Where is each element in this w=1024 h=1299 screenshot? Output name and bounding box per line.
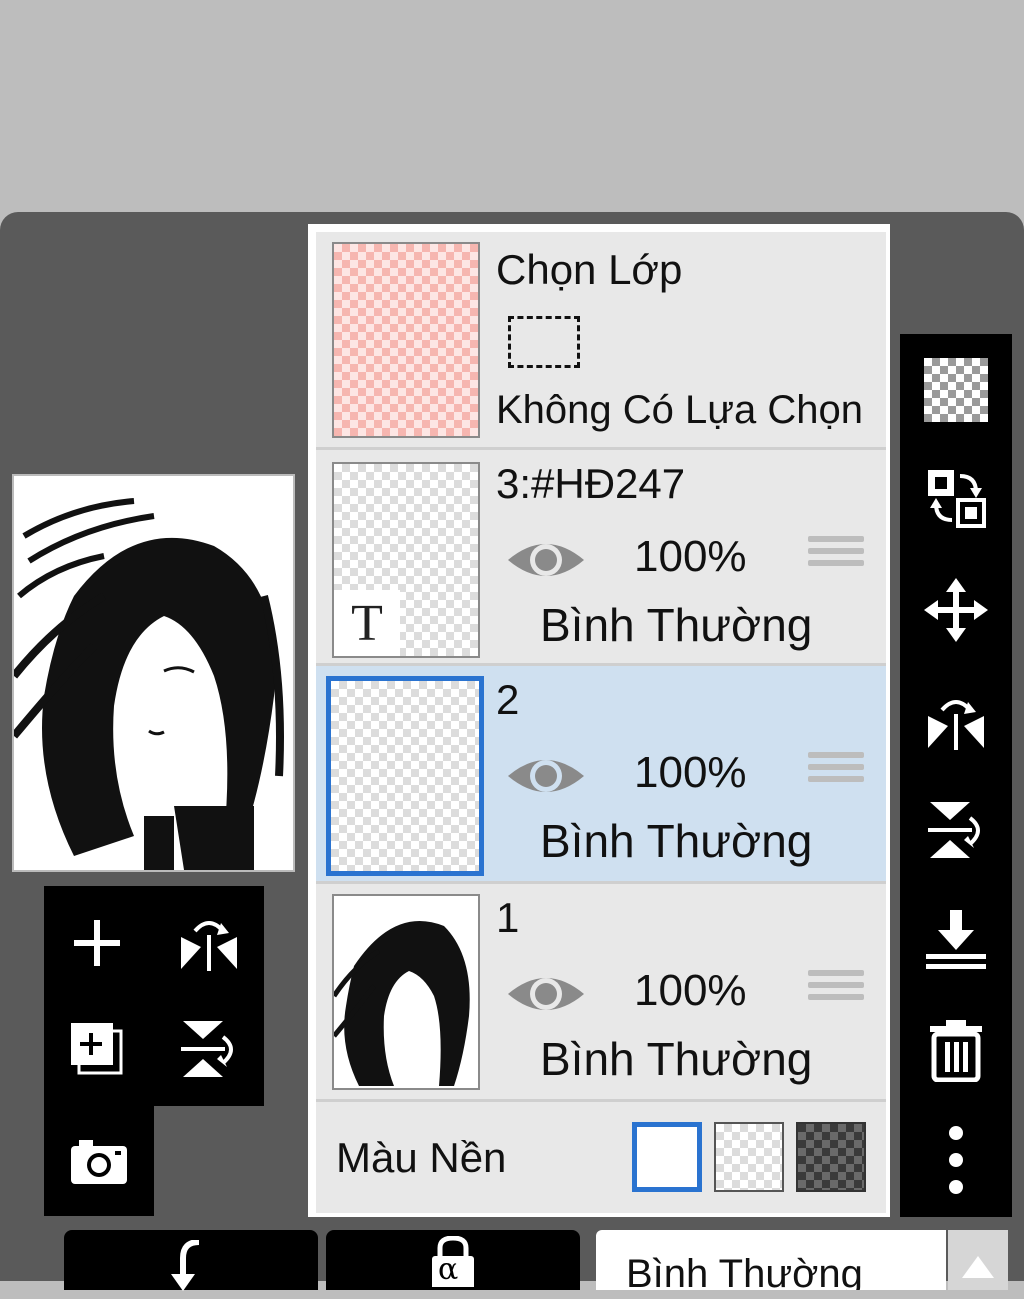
layer-blend-mode[interactable]: Bình Thường bbox=[540, 1032, 812, 1086]
drag-handle-icon[interactable] bbox=[808, 752, 864, 788]
selection-layer-row[interactable]: Chọn Lớp Không Có Lựa Chọn bbox=[316, 232, 886, 450]
clip-arrow-icon bbox=[171, 1240, 200, 1291]
flip-horizontal-icon bbox=[181, 921, 237, 971]
clipping-button[interactable] bbox=[64, 1230, 318, 1291]
selection-layer-title: Chọn Lớp bbox=[496, 246, 683, 293]
alpha-lock-button[interactable]: α bbox=[326, 1230, 580, 1290]
layer-opacity[interactable]: 100% bbox=[634, 532, 747, 582]
background-dark-checker-swatch[interactable] bbox=[796, 1122, 866, 1192]
delete-layer-button[interactable] bbox=[916, 1010, 996, 1090]
layer-thumbnail bbox=[331, 894, 480, 1090]
blend-mode-expand-button[interactable] bbox=[948, 1230, 1008, 1290]
drag-handle-icon[interactable] bbox=[808, 970, 864, 1006]
flip-vertical-icon bbox=[928, 802, 980, 858]
plus-icon bbox=[74, 920, 120, 966]
top-area bbox=[0, 0, 1024, 214]
copy-layer-icon bbox=[71, 1023, 123, 1075]
background-white-swatch[interactable] bbox=[632, 1122, 702, 1192]
layer-blend-mode[interactable]: Bình Thường bbox=[540, 814, 812, 868]
background-color-row: Màu Nền bbox=[316, 1102, 886, 1213]
left-toolbar-lower bbox=[44, 1104, 154, 1216]
layer-row-selected[interactable]: 2 100% Bình Thường bbox=[316, 666, 886, 884]
transparency-checker-button[interactable] bbox=[916, 350, 996, 430]
flip-vertical-icon bbox=[181, 1021, 233, 1077]
layer-name: 2 bbox=[496, 676, 520, 723]
more-options-button[interactable] bbox=[916, 1120, 996, 1200]
swap-layers-icon bbox=[928, 470, 986, 528]
blend-mode-value: Bình Thường bbox=[626, 1252, 863, 1290]
flip-vertical-button[interactable] bbox=[916, 790, 996, 870]
merge-down-icon bbox=[926, 910, 986, 969]
eye-visibility-icon[interactable] bbox=[506, 968, 586, 1020]
background-color-label: Màu Nền bbox=[336, 1134, 507, 1181]
right-toolbar bbox=[900, 334, 1012, 1217]
camera-icon bbox=[71, 1140, 127, 1184]
layer-name: 1 bbox=[496, 894, 520, 941]
layer-opacity[interactable]: 100% bbox=[634, 748, 747, 798]
layer-list: Chọn Lớp Không Có Lựa Chọn T 3:#HĐ247 10… bbox=[308, 224, 890, 1217]
flip-horizontal-layer-button[interactable] bbox=[164, 898, 254, 988]
swap-layer-button[interactable] bbox=[916, 458, 996, 538]
blend-mode-dropdown[interactable]: Bình Thường bbox=[596, 1230, 946, 1290]
trash-icon bbox=[930, 1020, 982, 1082]
selection-layer-thumbnail bbox=[332, 242, 480, 438]
alpha-lock-glyph: α bbox=[438, 1252, 459, 1287]
flip-vertical-layer-button[interactable] bbox=[164, 1004, 254, 1094]
layer-artwork-thumbnail bbox=[331, 921, 470, 1086]
layer-thumbnail: T bbox=[332, 462, 480, 658]
background-transparent-swatch[interactable] bbox=[714, 1122, 784, 1192]
checkerboard-icon bbox=[924, 358, 988, 422]
eye-visibility-icon[interactable] bbox=[506, 750, 586, 802]
duplicate-layer-button[interactable] bbox=[52, 1004, 142, 1094]
canvas-preview-artwork bbox=[14, 476, 293, 870]
chevron-up-icon bbox=[962, 1256, 994, 1278]
canvas-preview[interactable] bbox=[12, 474, 295, 872]
selection-marquee-icon bbox=[508, 316, 580, 368]
add-layer-button[interactable] bbox=[52, 898, 142, 988]
layer-opacity[interactable]: 100% bbox=[634, 966, 747, 1016]
drag-handle-icon[interactable] bbox=[808, 536, 864, 572]
flip-horizontal-icon bbox=[928, 700, 984, 750]
merge-down-button[interactable] bbox=[916, 900, 996, 980]
move-arrows-icon bbox=[924, 578, 988, 642]
camera-import-button[interactable] bbox=[54, 1116, 144, 1206]
selection-status-text: Không Có Lựa Chọn bbox=[496, 388, 864, 432]
layer-row[interactable]: 1 100% Bình Thường bbox=[316, 884, 886, 1102]
layer-thumbnail bbox=[326, 676, 484, 876]
more-vertical-icon bbox=[949, 1126, 963, 1194]
layer-name: 3:#HĐ247 bbox=[496, 460, 686, 507]
move-layer-button[interactable] bbox=[916, 570, 996, 650]
layer-row[interactable]: T 3:#HĐ247 100% Bình Thường bbox=[316, 450, 886, 666]
eye-visibility-icon[interactable] bbox=[506, 534, 586, 586]
layer-blend-mode[interactable]: Bình Thường bbox=[540, 598, 812, 652]
flip-horizontal-button[interactable] bbox=[916, 680, 996, 760]
left-toolbar bbox=[44, 886, 264, 1106]
text-layer-indicator: T bbox=[334, 590, 400, 656]
